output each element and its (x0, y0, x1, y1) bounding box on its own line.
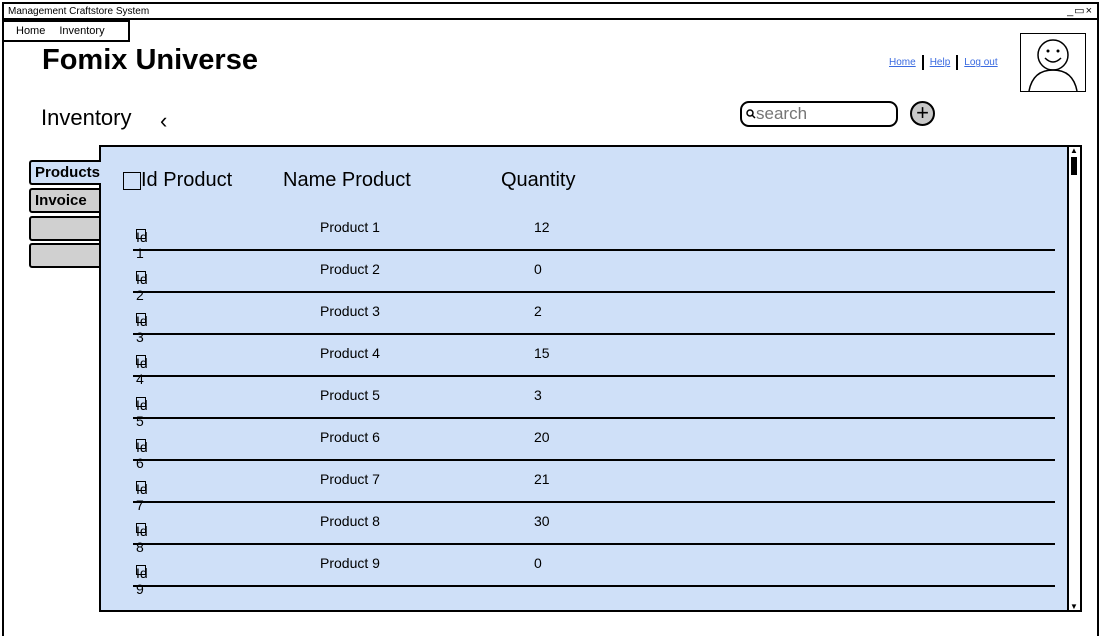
header-id: Id Product (123, 169, 232, 192)
row-name: Product 8 (320, 513, 380, 529)
link-home[interactable]: Home (889, 57, 916, 68)
search-input[interactable] (756, 104, 886, 124)
row-quantity: 21 (534, 471, 550, 487)
header-quantity: Quantity (501, 169, 576, 191)
add-icon[interactable]: + (910, 101, 935, 126)
table-row[interactable]: Id 3 Product 3 2 (133, 293, 1055, 345)
row-quantity: 12 (534, 219, 550, 235)
table-row[interactable]: Id 6 Product 6 20 (133, 419, 1055, 471)
tab-products[interactable]: Products (29, 160, 101, 185)
window-title: Management Craftstore System (8, 6, 150, 17)
table-row[interactable]: Id 1 Product 1 12 (133, 209, 1055, 261)
menu-bar: Home Inventory (4, 20, 130, 42)
row-quantity: 20 (534, 429, 550, 445)
top-links: Home Help Log out (889, 55, 998, 70)
row-quantity: 2 (534, 303, 542, 319)
window-controls[interactable]: _▭× (1067, 4, 1093, 19)
avatar[interactable] (1020, 33, 1086, 92)
row-name: Product 7 (320, 471, 380, 487)
row-name: Product 3 (320, 303, 380, 319)
row-name: Product 4 (320, 345, 380, 361)
brand-title: Fomix Universe (42, 44, 258, 76)
row-name: Product 2 (320, 261, 380, 277)
chevron-left-icon[interactable]: ‹ (160, 108, 167, 134)
row-quantity: 0 (534, 261, 542, 277)
menu-inventory[interactable]: Inventory (59, 25, 104, 40)
scroll-thumb[interactable] (1071, 157, 1077, 175)
divider (956, 55, 959, 70)
table-row[interactable]: Id 5 Product 5 3 (133, 377, 1055, 429)
tab-empty[interactable] (29, 243, 101, 268)
link-help[interactable]: Help (930, 57, 951, 68)
search-icon (746, 109, 756, 119)
row-name: Product 9 (320, 555, 380, 571)
row-quantity: 15 (534, 345, 550, 361)
row-name: Product 5 (320, 387, 380, 403)
table-row[interactable]: Id 9 Product 9 0 (133, 545, 1055, 597)
tab-empty[interactable] (29, 216, 101, 241)
user-icon (1028, 39, 1078, 92)
link-logout[interactable]: Log out (964, 57, 997, 68)
search-box[interactable] (740, 101, 898, 127)
row-quantity: 0 (534, 555, 542, 571)
header-name: Name Product (283, 169, 411, 191)
table-row[interactable]: Id 2 Product 2 0 (133, 251, 1055, 303)
table-row[interactable]: Id 4 Product 4 15 (133, 335, 1055, 387)
tab-invoice[interactable]: Invoice (29, 188, 101, 213)
row-quantity: 30 (534, 513, 550, 529)
menu-home[interactable]: Home (16, 25, 45, 40)
products-panel: Id Product Name Product Quantity Id 1 Pr… (99, 145, 1082, 612)
divider (921, 55, 924, 70)
scroll-up-icon[interactable]: ▲ (1070, 146, 1078, 155)
table-row[interactable]: Id 8 Product 8 30 (133, 503, 1055, 555)
row-quantity: 3 (534, 387, 542, 403)
scrollbar[interactable]: ▲ ▼ (1067, 146, 1080, 611)
title-bar: Management Craftstore System _▭× (4, 4, 1097, 20)
row-name: Product 6 (320, 429, 380, 445)
page-title: Inventory (41, 105, 132, 130)
scroll-down-icon[interactable]: ▼ (1070, 602, 1078, 611)
table-row[interactable]: Id 7 Product 7 21 (133, 461, 1055, 513)
select-all-checkbox[interactable] (123, 171, 141, 190)
row-name: Product 1 (320, 219, 380, 235)
